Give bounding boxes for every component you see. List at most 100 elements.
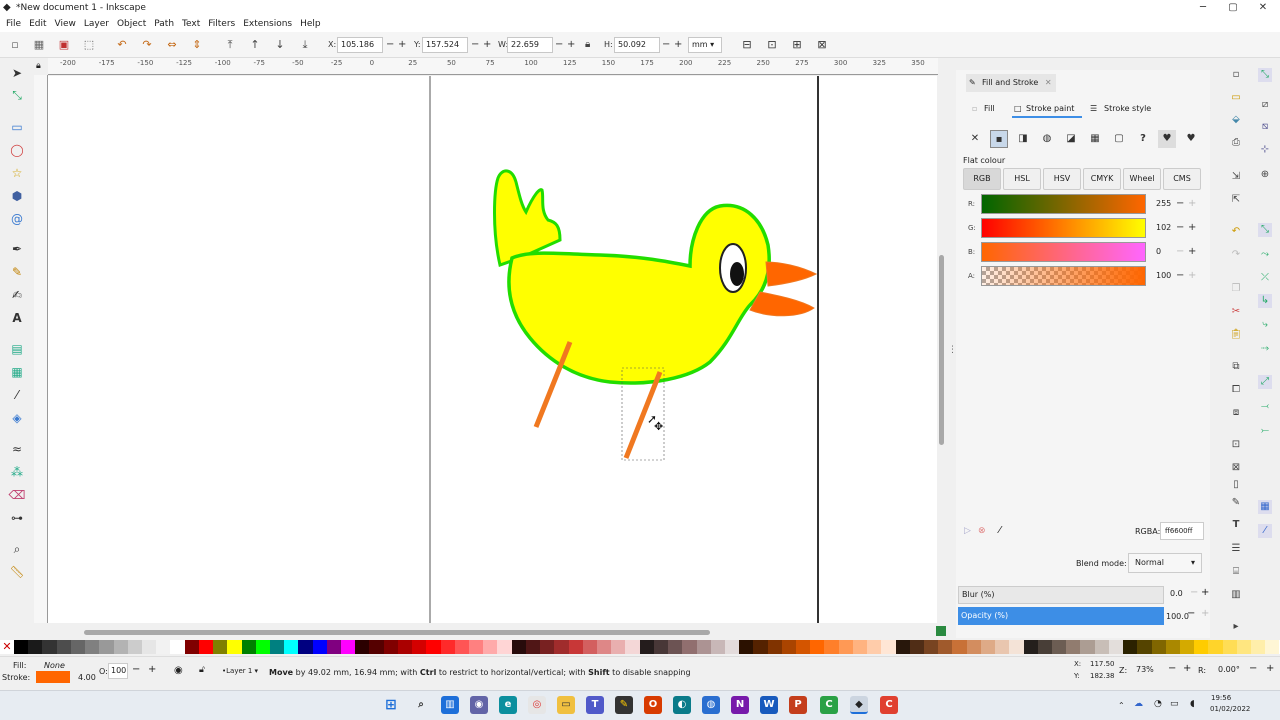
x-increment[interactable]: + <box>398 37 406 53</box>
w-decrement[interactable]: − <box>555 37 563 53</box>
radial-gradient-button[interactable]: ◍ <box>1038 130 1056 148</box>
swatch[interactable] <box>966 640 981 654</box>
x-input[interactable]: 105.186 <box>337 37 383 53</box>
sticky-notes-icon[interactable]: ✎ <box>615 696 633 714</box>
fill-value[interactable]: None <box>44 661 65 670</box>
model-hsv[interactable]: HSV <box>1043 168 1081 190</box>
snap-path-icon[interactable]: ⤳ <box>1258 248 1272 262</box>
swatch[interactable] <box>284 640 299 654</box>
swatch[interactable] <box>639 640 654 654</box>
snap-smooth-icon[interactable]: ⤷ <box>1258 318 1272 332</box>
transform-patterns-icon[interactable]: ⊠ <box>815 38 829 52</box>
swatch[interactable] <box>1179 640 1195 654</box>
file-explorer-icon[interactable]: ▭ <box>557 696 575 714</box>
swatch[interactable] <box>995 640 1010 654</box>
swatch[interactable] <box>710 640 725 654</box>
swatch[interactable] <box>568 640 583 654</box>
ungroup-icon[interactable]: ⊠ <box>1229 461 1243 475</box>
swatch[interactable] <box>184 640 199 654</box>
swatch[interactable] <box>753 640 768 654</box>
clone-icon[interactable]: ⧠ <box>1229 383 1243 397</box>
swatch[interactable] <box>838 640 853 654</box>
eraser-tool-icon[interactable]: ⌫ <box>8 486 26 504</box>
rotation-increment[interactable]: + <box>1266 663 1274 674</box>
fill-stroke-dialog-icon[interactable]: ✎ <box>1229 496 1243 510</box>
snap-bbox-icon[interactable]: ⧄ <box>1258 98 1272 112</box>
swatch[interactable] <box>668 640 683 654</box>
snap-cusp-icon[interactable]: ↳ <box>1258 294 1272 308</box>
stroke-width-value[interactable]: 4.00 <box>78 673 96 682</box>
volume-icon[interactable]: ◖ <box>1190 699 1195 709</box>
red-app-icon[interactable]: C <box>880 696 898 714</box>
g-decrement[interactable]: − <box>1176 220 1184 236</box>
tweak-tool-icon[interactable]: ≈ <box>8 440 26 458</box>
document-properties-icon[interactable]: ▯ <box>1229 478 1243 492</box>
swatch[interactable] <box>653 640 669 654</box>
swatch[interactable] <box>611 640 626 654</box>
select-same-icon[interactable]: ▣ <box>57 38 71 52</box>
snap-nodes-icon[interactable]: ⤡ <box>1258 223 1272 237</box>
blur-slider[interactable]: Blur (%) <box>958 586 1164 604</box>
swatch[interactable] <box>1251 640 1266 654</box>
fill-stroke-tab[interactable]: ✎ Fill and Stroke ✕ <box>966 74 1056 92</box>
layer-visibility-icon[interactable]: ◉ <box>174 665 183 676</box>
swatch[interactable] <box>1023 640 1038 654</box>
r-increment[interactable]: + <box>1188 196 1196 212</box>
menu-filters[interactable]: Filters <box>208 19 235 29</box>
swatch[interactable] <box>582 640 597 654</box>
swatch[interactable] <box>938 640 953 654</box>
linear-gradient-button[interactable]: ◨ <box>1014 130 1032 148</box>
swatch[interactable] <box>213 640 228 654</box>
unlink-clone-icon[interactable]: ⧈ <box>1229 406 1243 420</box>
menu-edit[interactable]: Edit <box>29 19 46 29</box>
select-all-icon[interactable]: ▫ <box>8 38 22 52</box>
b-increment[interactable]: + <box>1188 244 1196 260</box>
flip-horizontal-icon[interactable]: ⇔ <box>165 38 179 52</box>
task-view-icon[interactable]: ▥ <box>441 696 459 714</box>
swatch[interactable] <box>980 640 996 654</box>
swatch[interactable] <box>469 640 484 654</box>
inkscape-taskbar-icon[interactable]: ◆ <box>850 696 868 714</box>
maximize-button[interactable]: ▢ <box>1218 0 1248 16</box>
print-icon[interactable]: ⎙ <box>1229 136 1243 150</box>
select-all-layers-icon[interactable]: ▦ <box>32 38 46 52</box>
swatch[interactable] <box>412 640 427 654</box>
swatch[interactable] <box>1080 640 1095 654</box>
group-icon[interactable]: ⊡ <box>1229 438 1243 452</box>
ellipse-tool-icon[interactable]: ◯ <box>8 141 26 159</box>
stroke-swatch[interactable] <box>36 671 70 683</box>
text-font-icon[interactable]: T <box>1229 518 1243 532</box>
model-cms[interactable]: CMS <box>1163 168 1201 190</box>
zoom-input[interactable]: 73% <box>1132 662 1162 678</box>
lower-icon[interactable]: ↓ <box>273 38 287 52</box>
swatch[interactable] <box>127 640 142 654</box>
swatch[interactable] <box>554 640 569 654</box>
swatch[interactable] <box>1123 640 1138 654</box>
a-slider[interactable] <box>981 266 1146 286</box>
opacity-status-input[interactable]: 100 <box>108 663 128 679</box>
zoom-out-button[interactable]: − <box>1168 663 1176 674</box>
swatch[interactable] <box>1194 640 1209 654</box>
pencil-tool-icon[interactable]: ✎ <box>8 263 26 281</box>
flat-colour-button[interactable]: ▪ <box>990 130 1008 148</box>
horizontal-scrollbar[interactable] <box>48 627 938 637</box>
flip-vertical-icon[interactable]: ⇕ <box>190 38 204 52</box>
swatch[interactable] <box>767 640 782 654</box>
b-slider[interactable] <box>981 242 1146 262</box>
swatch[interactable] <box>227 640 242 654</box>
raise-to-top-icon[interactable]: ⤒ <box>223 38 237 52</box>
swatch[interactable] <box>269 640 285 654</box>
pen-tool-icon[interactable]: ✒ <box>8 240 26 258</box>
vertical-scroll-thumb[interactable] <box>939 255 944 445</box>
swatch[interactable] <box>724 640 740 654</box>
tab-close-icon[interactable]: ✕ <box>1045 78 1052 87</box>
zoom-tool-icon[interactable]: ⌕ <box>8 540 26 558</box>
scale-corners-icon[interactable]: ⊡ <box>765 38 779 52</box>
swatch[interactable] <box>1208 640 1223 654</box>
swatch[interactable] <box>1037 640 1052 654</box>
layer-lock-icon[interactable]: 🔓︎ <box>199 665 205 675</box>
unset-paint-button[interactable]: ? <box>1134 130 1152 148</box>
w-input[interactable]: 22.659 <box>507 37 553 53</box>
opacity-status-increment[interactable]: + <box>148 664 156 675</box>
swatch[interactable] <box>440 640 455 654</box>
